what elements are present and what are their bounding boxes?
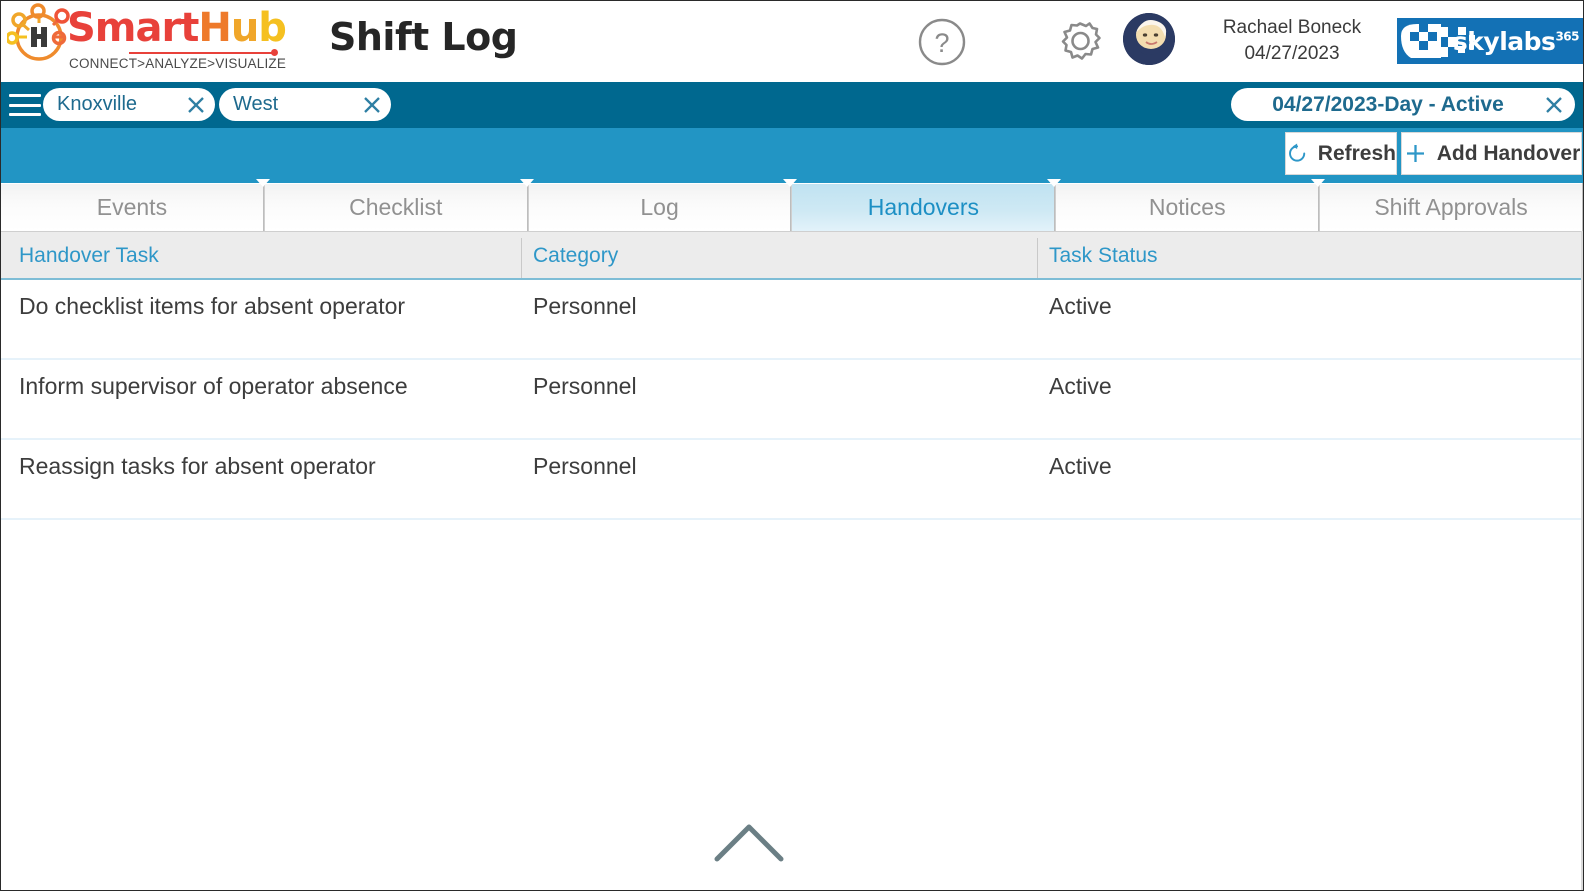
tab-notices[interactable]: Notices <box>1055 179 1326 231</box>
hamburger-menu-icon[interactable] <box>9 94 41 116</box>
column-header-task-status[interactable]: Task Status <box>1039 232 1579 279</box>
skylabs-wordmark: skylabs365 <box>1452 27 1580 56</box>
chevron-up-icon <box>714 824 784 862</box>
column-header-handover-task[interactable]: Handover Task <box>9 232 521 279</box>
filter-chip-site[interactable]: Knoxville <box>43 88 215 121</box>
brand-sup: 365 <box>1555 29 1579 44</box>
action-bar: Refresh Add Handover <box>1 128 1583 179</box>
tab-bar: Events Checklist Log Handovers Notices S… <box>1 179 1583 231</box>
shift-selector-chip[interactable]: 04/27/2023-Day - Active <box>1231 88 1575 121</box>
tab-notch <box>783 179 798 187</box>
cell-task-status: Active <box>1049 452 1112 479</box>
refresh-button[interactable]: Refresh <box>1285 132 1397 175</box>
shift-log-app: SmartHub CONNECT>ANALYZE>VISUALIZE Shift… <box>0 0 1584 891</box>
user-date: 04/27/2023 <box>1244 43 1340 64</box>
tab-events-label: Events <box>96 193 168 220</box>
refresh-label: Refresh <box>1317 141 1396 165</box>
app-header: SmartHub CONNECT>ANALYZE>VISUALIZE Shift… <box>1 1 1583 81</box>
cell-category: Personnel <box>533 292 637 319</box>
user-info: Rachael Boneck 04/27/2023 <box>1197 15 1387 67</box>
logo-part-1: H <box>198 5 231 51</box>
refresh-icon <box>1289 143 1306 162</box>
skylabs365-logo[interactable]: skylabs365 <box>1397 18 1583 64</box>
svg-text:?: ? <box>934 28 949 58</box>
column-divider[interactable] <box>1037 238 1038 278</box>
column-divider[interactable] <box>521 238 522 278</box>
logo-tagline: CONNECT>ANALYZE>VISUALIZE <box>69 56 287 71</box>
logo-part-2: u <box>230 5 260 51</box>
logo-dot <box>271 49 278 56</box>
help-circle-icon: ? <box>918 18 966 66</box>
logo-part-3: b <box>258 5 287 51</box>
avatar[interactable] <box>1123 13 1175 65</box>
table-right-edge <box>1581 231 1583 890</box>
tab-log[interactable]: Log <box>527 179 798 231</box>
filter-bar: Knoxville West 04/27/2023-Day - Active <box>1 82 1583 128</box>
filter-chip-site-label: Knoxville <box>57 93 138 115</box>
cell-category: Personnel <box>533 452 637 479</box>
smarthub-logo[interactable]: SmartHub CONNECT>ANALYZE>VISUALIZE <box>7 3 287 77</box>
add-handover-label: Add Handover <box>1436 141 1581 165</box>
filter-chip-area-label: West <box>233 93 279 115</box>
help-button[interactable]: ? <box>917 17 967 67</box>
table-row[interactable]: Do checklist items for absent operator P… <box>1 280 1583 360</box>
tab-log-label: Log <box>640 193 679 220</box>
cell-handover-task: Inform supervisor of operator absence <box>19 372 408 399</box>
tab-handovers[interactable]: Handovers <box>791 179 1062 231</box>
logo-underline <box>129 52 275 54</box>
cell-task-status: Active <box>1049 372 1112 399</box>
tab-notch <box>255 179 270 187</box>
close-icon[interactable] <box>185 94 207 116</box>
handovers-table: Handover Task Category Task Status Do ch… <box>1 231 1583 890</box>
filter-chip-area[interactable]: West <box>219 88 391 121</box>
tab-notices-label: Notices <box>1148 193 1226 220</box>
plus-icon <box>1406 145 1424 162</box>
page-title: Shift Log <box>329 15 518 59</box>
logo-wordmark: SmartHub <box>67 5 287 51</box>
tab-checklist-label: Checklist <box>349 193 443 220</box>
gear-icon <box>1061 22 1101 60</box>
cell-task-status: Active <box>1049 292 1112 319</box>
tab-handovers-label: Handovers <box>867 193 980 220</box>
table-row[interactable]: Reassign tasks for absent operator Perso… <box>1 440 1583 520</box>
column-header-category[interactable]: Category <box>523 232 1035 279</box>
tab-events[interactable]: Events <box>1 179 270 231</box>
brand-name: skylabs <box>1452 27 1556 56</box>
user-avatar <box>1123 13 1175 65</box>
table-header-row: Handover Task Category Task Status <box>1 231 1583 280</box>
table-row[interactable]: Inform supervisor of operator absence Pe… <box>1 360 1583 440</box>
close-icon[interactable] <box>1543 94 1565 116</box>
cell-handover-task: Reassign tasks for absent operator <box>19 452 376 479</box>
tab-notch <box>1311 179 1326 187</box>
user-name: Rachael Boneck <box>1222 17 1362 38</box>
tab-shift-approvals[interactable]: Shift Approvals <box>1319 183 1583 231</box>
settings-button[interactable] <box>1053 15 1107 69</box>
add-handover-button[interactable]: Add Handover <box>1401 132 1582 175</box>
tab-notch <box>1047 179 1062 187</box>
close-icon[interactable] <box>361 94 383 116</box>
collapse-panel-button[interactable] <box>713 821 785 863</box>
tab-shift-approvals-label: Shift Approvals <box>1374 193 1528 220</box>
shift-selector-label: 04/27/2023-Day - Active <box>1272 92 1504 116</box>
cell-handover-task: Do checklist items for absent operator <box>19 292 406 319</box>
tab-notch <box>519 179 534 187</box>
smarthub-logo-icon <box>7 3 70 61</box>
logo-part-0: Smart <box>67 5 199 51</box>
tab-checklist[interactable]: Checklist <box>263 179 534 231</box>
cell-category: Personnel <box>533 372 637 399</box>
